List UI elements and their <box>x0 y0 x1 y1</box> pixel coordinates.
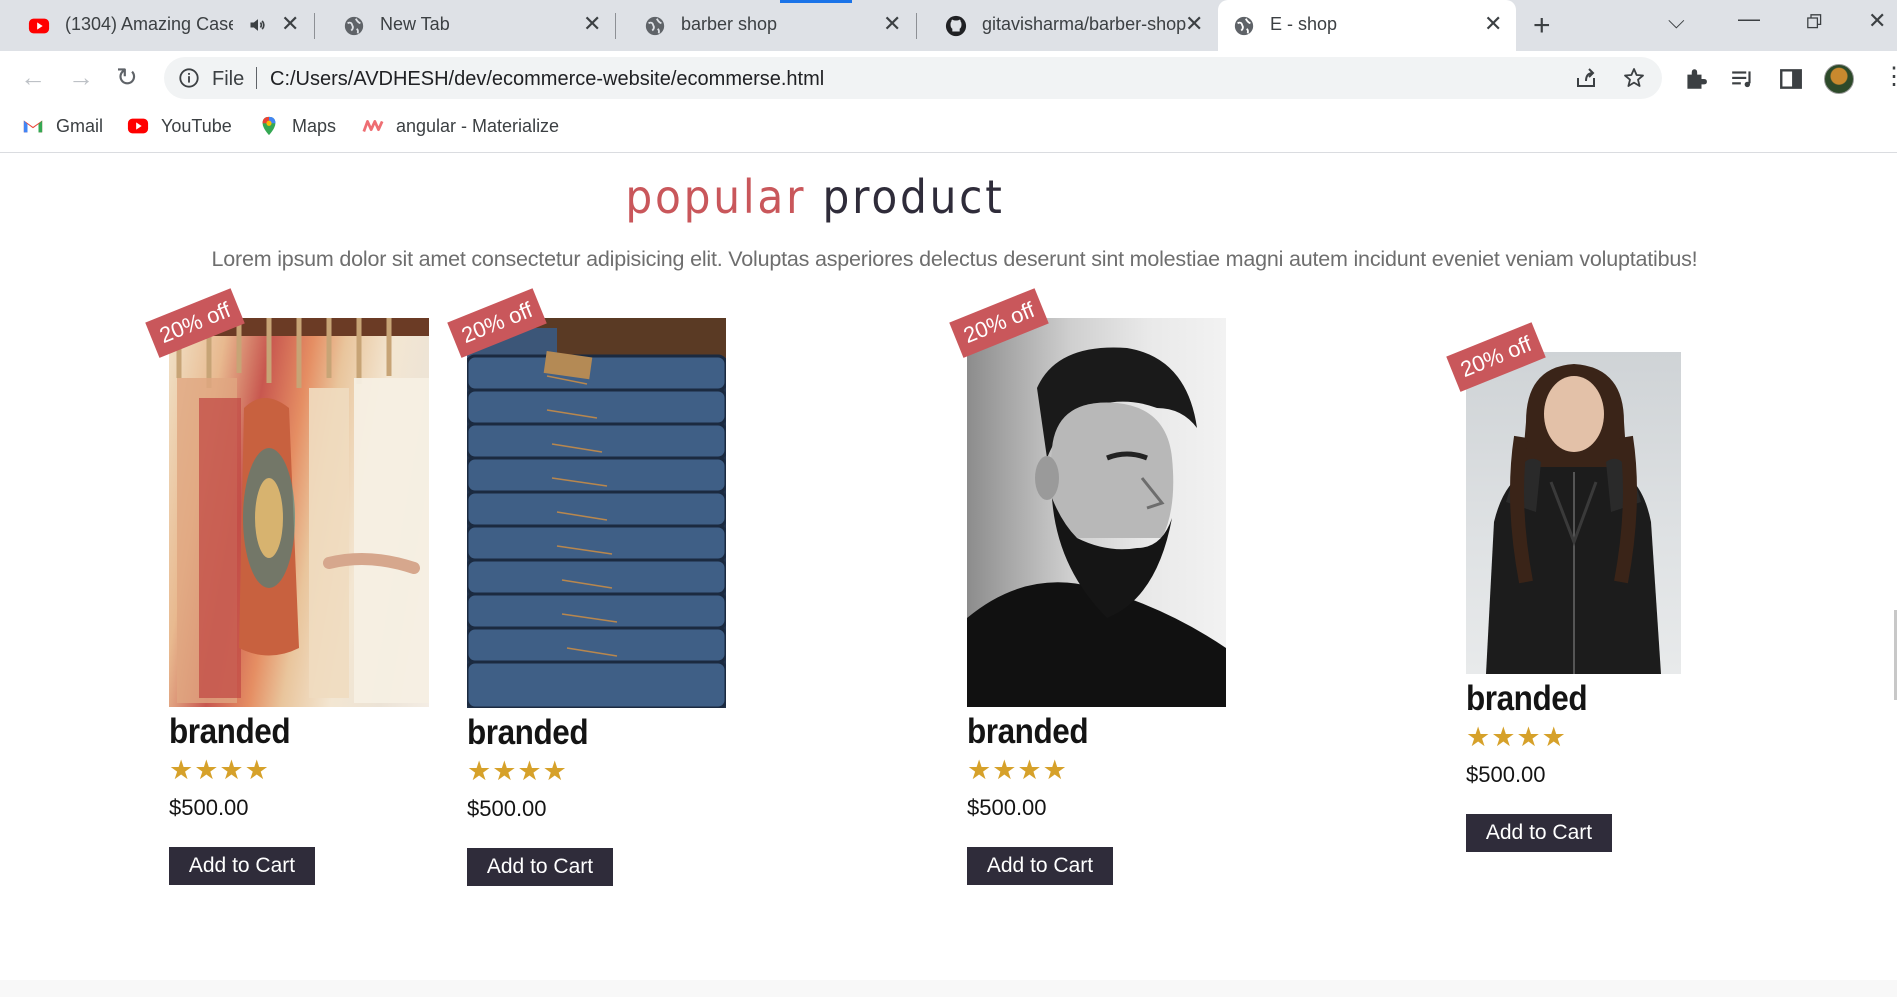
browser-toolbar: ← → ↻ File C:/Users/AVDHESH/dev/ecommerc… <box>0 51 1897 105</box>
bookmarks-bar: Gmail YouTube Maps angular - Materialize <box>0 105 1897 153</box>
tab-strip: (1304) Amazing Case ✕ New Tab ✕ barber s… <box>0 0 1897 51</box>
tab-e-shop[interactable]: E - shop ✕ <box>1218 0 1516 51</box>
info-icon[interactable] <box>178 67 200 89</box>
product-title: branded <box>467 713 589 752</box>
product-price: $500.00 <box>1466 762 1546 787</box>
product-price: $500.00 <box>467 796 547 821</box>
bookmark-label: angular - Materialize <box>396 115 560 136</box>
add-to-cart-button[interactable]: Add to Cart <box>1466 814 1612 852</box>
tab-title: E - shop <box>1270 14 1338 34</box>
minimize-button[interactable]: — <box>1738 6 1760 32</box>
menu-kebab-icon[interactable]: ⋮ <box>1882 65 1897 89</box>
close-icon[interactable]: ✕ <box>1484 12 1502 36</box>
section-intro: Lorem ipsum dolor sit amet consectetur a… <box>211 247 1698 271</box>
forward-button[interactable]: → <box>68 64 94 90</box>
globe-icon <box>645 16 665 36</box>
media-queue-icon[interactable] <box>1730 66 1756 92</box>
rating-stars: ★★★★ <box>467 756 568 786</box>
new-tab-button[interactable]: + <box>1533 11 1551 41</box>
product-price: $500.00 <box>169 795 249 820</box>
bookmark-youtube[interactable]: YouTube <box>127 115 232 137</box>
scheme-label: File <box>212 68 245 90</box>
side-panel-icon[interactable] <box>1778 66 1804 92</box>
speaker-icon[interactable] <box>248 15 268 35</box>
tab-title: gitavisharma/barber-shop <box>982 14 1186 34</box>
tab-new-tab[interactable]: New Tab ✕ <box>315 0 615 51</box>
add-to-cart-button[interactable]: Add to Cart <box>967 847 1113 885</box>
bookmark-angular-materialize[interactable]: angular - Materialize <box>362 115 559 137</box>
bookmark-star-icon[interactable] <box>1622 66 1646 90</box>
materialize-icon <box>362 120 384 132</box>
rating-stars: ★★★★ <box>1466 722 1567 752</box>
folded-jeans-photo <box>467 318 726 708</box>
profile-avatar[interactable] <box>1824 64 1854 94</box>
tab-title: barber shop <box>681 14 778 34</box>
github-icon <box>945 15 967 37</box>
close-icon[interactable]: ✕ <box>281 12 299 36</box>
add-to-cart-button[interactable]: Add to Cart <box>467 848 613 886</box>
youtube-icon <box>28 18 50 34</box>
product-title: branded <box>967 712 1089 751</box>
maps-icon <box>262 116 276 136</box>
tab-youtube[interactable]: (1304) Amazing Case ✕ <box>0 0 312 51</box>
rating-stars: ★★★★ <box>169 755 270 785</box>
omnibox-divider <box>256 67 257 89</box>
heading-accent: popular <box>625 170 807 224</box>
extensions-icon[interactable] <box>1682 66 1708 92</box>
bookmark-label: Maps <box>292 115 337 136</box>
close-icon[interactable]: ✕ <box>583 12 601 36</box>
tab-title: New Tab <box>380 14 450 34</box>
bookmark-label: Gmail <box>56 115 104 136</box>
clothing-rack-photo <box>169 318 429 703</box>
reload-button[interactable]: ↻ <box>116 64 138 90</box>
product-image <box>169 318 429 707</box>
product-image <box>467 318 726 708</box>
tab-search-chevron-icon[interactable]: ⌵ <box>1668 8 1685 34</box>
close-icon[interactable]: ✕ <box>883 12 901 36</box>
product-image <box>967 318 1226 707</box>
tab-barber-shop[interactable]: barber shop ✕ <box>616 0 916 51</box>
url-text[interactable]: C:/Users/AVDHESH/dev/ecommerce-website/e… <box>270 68 824 91</box>
globe-icon <box>344 16 364 36</box>
restore-button[interactable] <box>1807 14 1823 30</box>
rating-stars: ★★★★ <box>967 755 1068 785</box>
address-bar[interactable]: File C:/Users/AVDHESH/dev/ecommerce-webs… <box>164 57 1662 99</box>
product-title: branded <box>169 712 291 751</box>
product-image <box>1466 352 1681 674</box>
product-title: branded <box>1466 679 1588 718</box>
heading-rest: product <box>822 170 1005 224</box>
youtube-icon <box>127 118 149 134</box>
woman-leather-jacket-photo <box>1486 364 1661 674</box>
close-icon[interactable]: ✕ <box>1185 12 1203 36</box>
section-heading: popular product <box>65 170 1565 224</box>
window-close-button[interactable]: ✕ <box>1868 8 1886 34</box>
bookmark-gmail[interactable]: Gmail <box>22 115 103 137</box>
product-price: $500.00 <box>967 795 1047 820</box>
share-icon[interactable] <box>1574 66 1598 90</box>
globe-icon <box>1234 16 1254 36</box>
add-to-cart-button[interactable]: Add to Cart <box>169 847 315 885</box>
bookmark-label: YouTube <box>161 115 232 136</box>
gmail-icon <box>23 120 43 133</box>
page-footer-strip <box>0 980 1897 997</box>
back-button[interactable]: ← <box>20 64 46 90</box>
bookmark-maps[interactable]: Maps <box>258 115 336 137</box>
bearded-man-photo <box>967 347 1226 707</box>
tab-title: (1304) Amazing Case <box>65 14 233 34</box>
tab-github[interactable]: gitavisharma/barber-shop ✕ <box>917 0 1217 51</box>
